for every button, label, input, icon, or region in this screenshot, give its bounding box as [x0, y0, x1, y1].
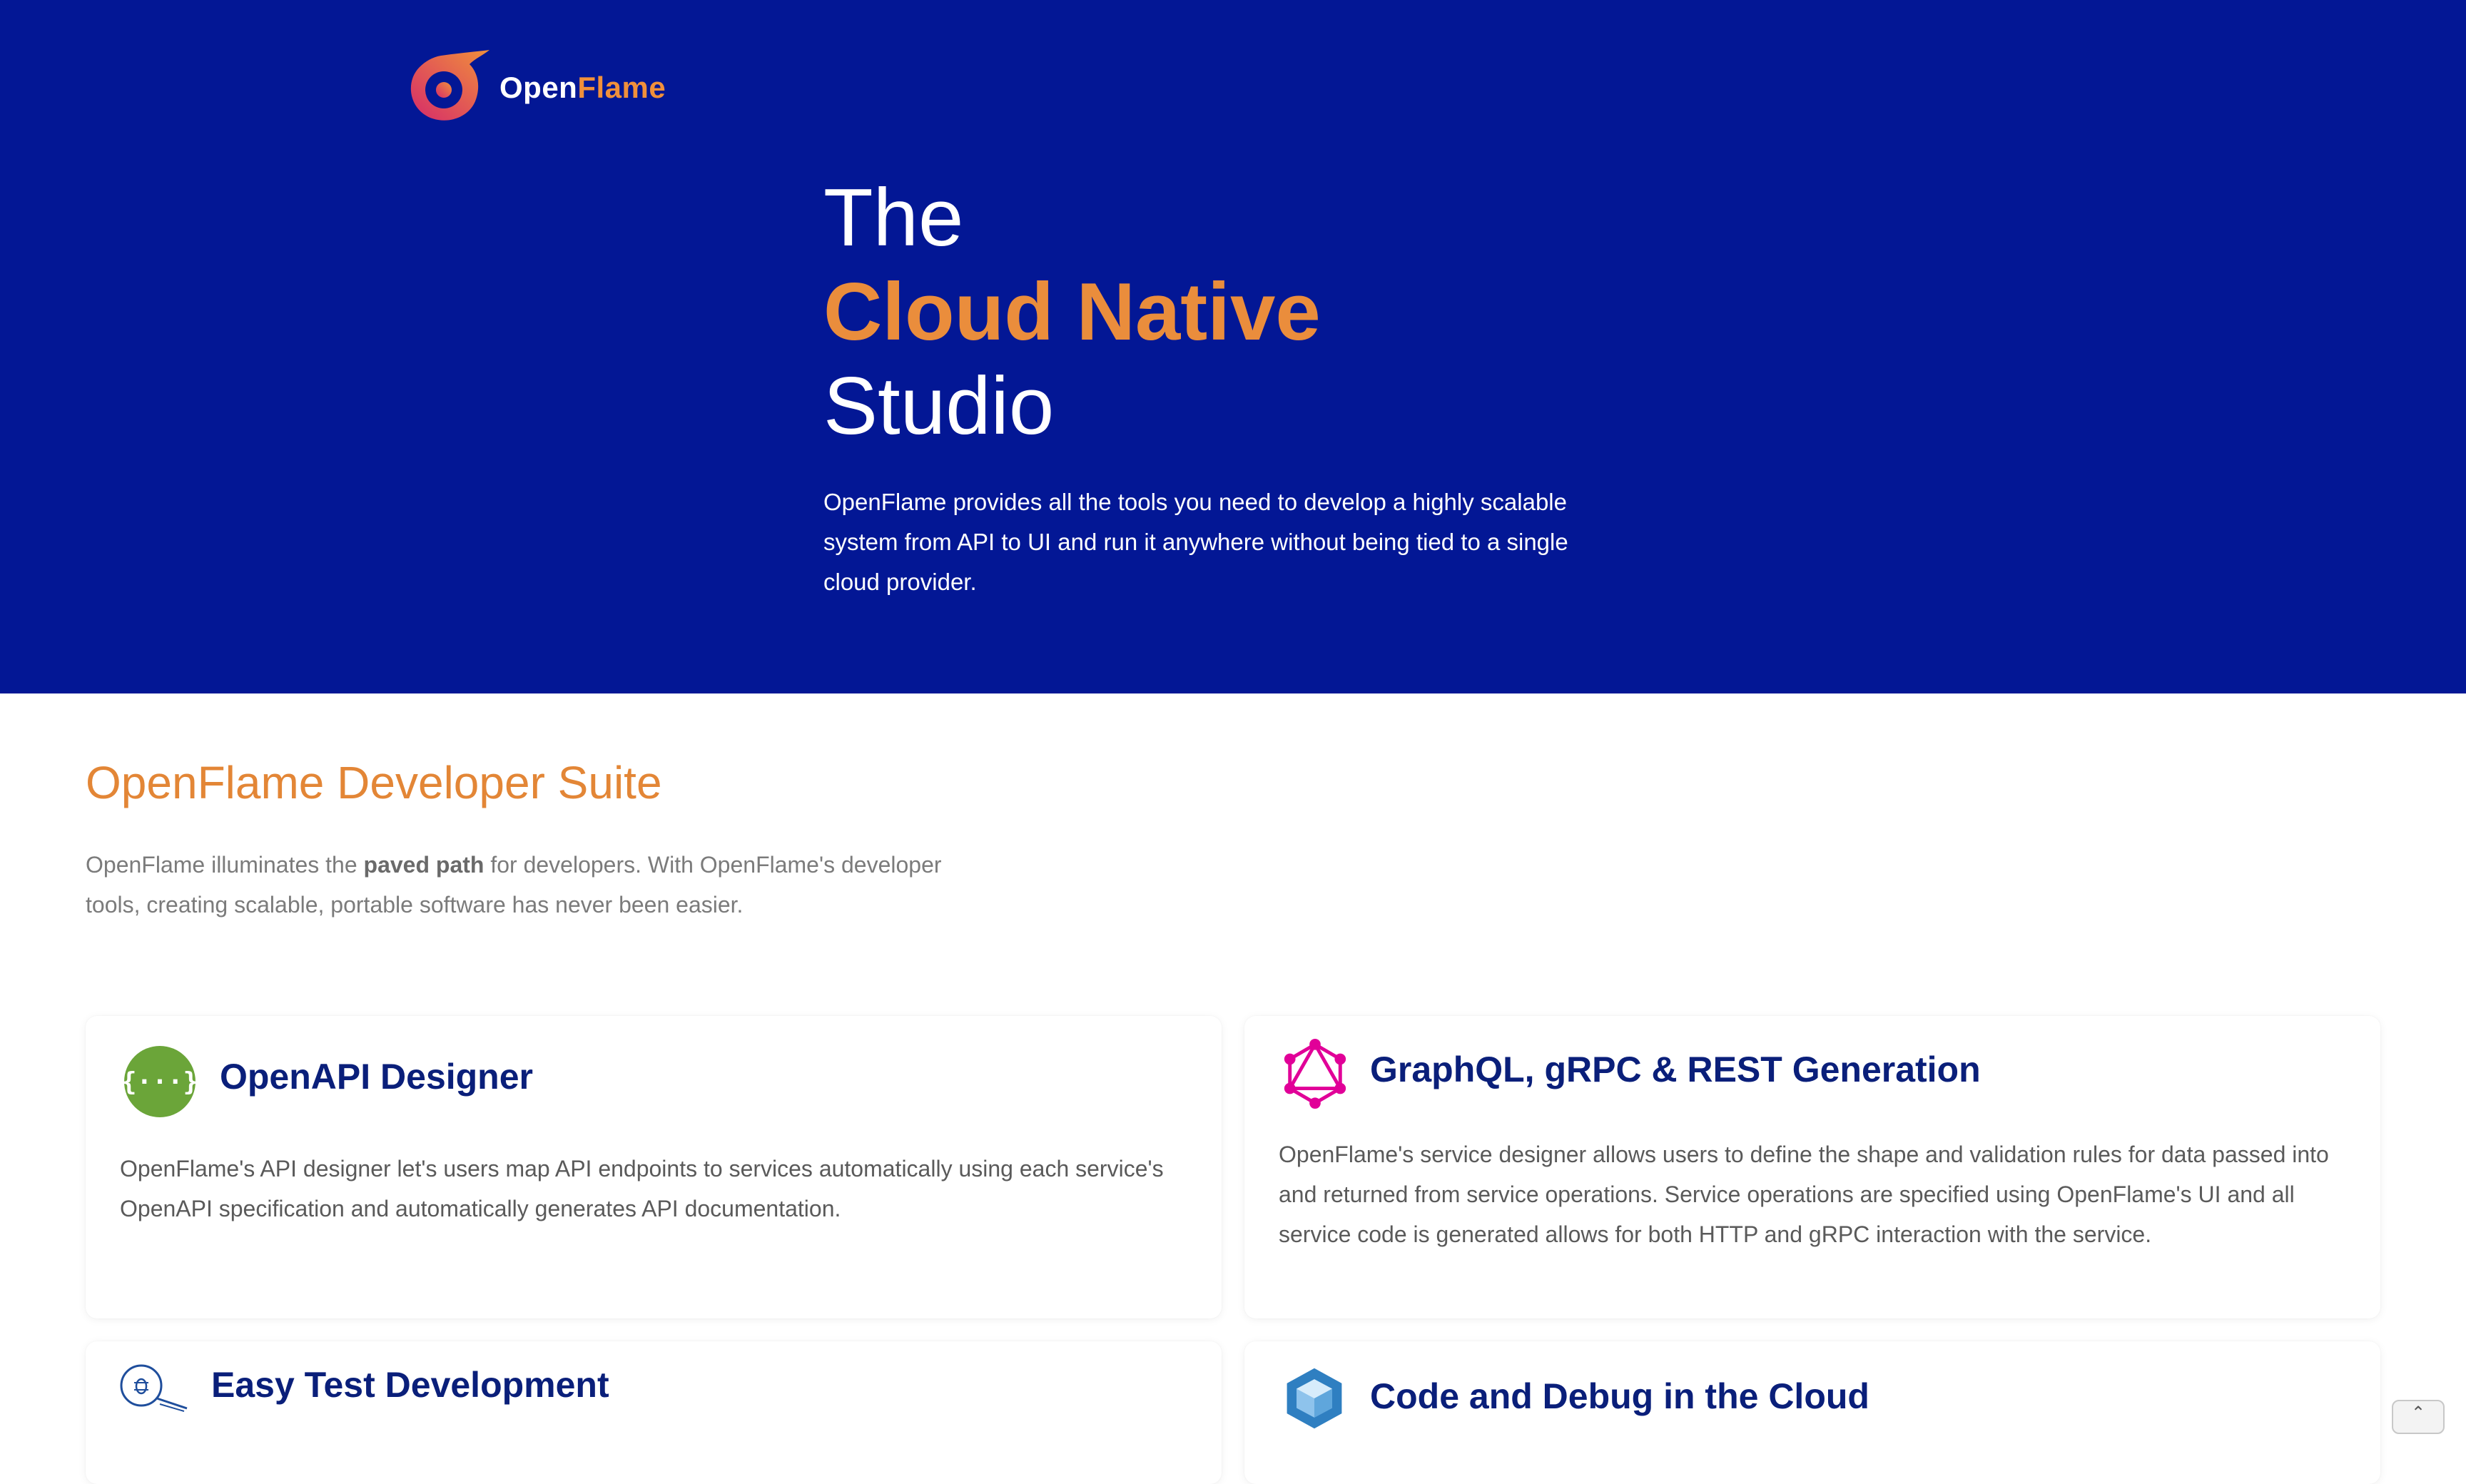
cube-icon [1287, 1368, 1342, 1429]
card-title: Easy Test Development [211, 1365, 609, 1405]
card-title: OpenAPI Designer [220, 1057, 533, 1097]
card-title: Code and Debug in the Cloud [1370, 1376, 1869, 1416]
graphql-icon [1284, 1039, 1346, 1109]
logo-text: OpenFlame [499, 71, 666, 104]
paved-path-emphasis: paved path [363, 852, 484, 878]
hero-title-line-1: The [823, 173, 964, 263]
openapi-icon: {···} [123, 1046, 197, 1117]
feature-card-openapi: {···} OpenAPI Designer OpenFlame's API d… [86, 1016, 1222, 1318]
hero-section: OpenFlame The Cloud Native Studio OpenFl… [0, 0, 2466, 693]
logo-link[interactable]: OpenFlame [404, 49, 666, 127]
suite-description: OpenFlame illuminates the paved path for… [86, 852, 942, 918]
bug-search-icon [120, 1364, 188, 1412]
feature-card-cloud: Code and Debug in the Cloud [1244, 1341, 2380, 1484]
card-description: OpenFlame's service designer allows user… [1279, 1142, 2329, 1247]
card-description: OpenFlame's API designer let's users map… [120, 1156, 1164, 1221]
suite-title: OpenFlame Developer Suite [86, 757, 662, 808]
hero-title: The Cloud Native Studio [823, 171, 1321, 454]
chevron-up-icon: ⌃ [2410, 1403, 2426, 1423]
hero-title-line-2: Cloud Native [823, 267, 1321, 357]
hero-title-line-3: Studio [823, 361, 1055, 452]
svg-text:{···}: {···} [123, 1067, 197, 1097]
feature-card-graphql: GraphQL, gRPC & REST Generation OpenFlam… [1244, 1016, 2380, 1318]
openflame-logo-icon [410, 50, 489, 121]
hero-description: OpenFlame provides all the tools you nee… [823, 489, 1568, 595]
card-title: GraphQL, gRPC & REST Generation [1370, 1050, 1981, 1089]
feature-card-testing: Easy Test Development [86, 1341, 1222, 1484]
scroll-to-top-button[interactable]: ⌃ [2392, 1400, 2445, 1434]
